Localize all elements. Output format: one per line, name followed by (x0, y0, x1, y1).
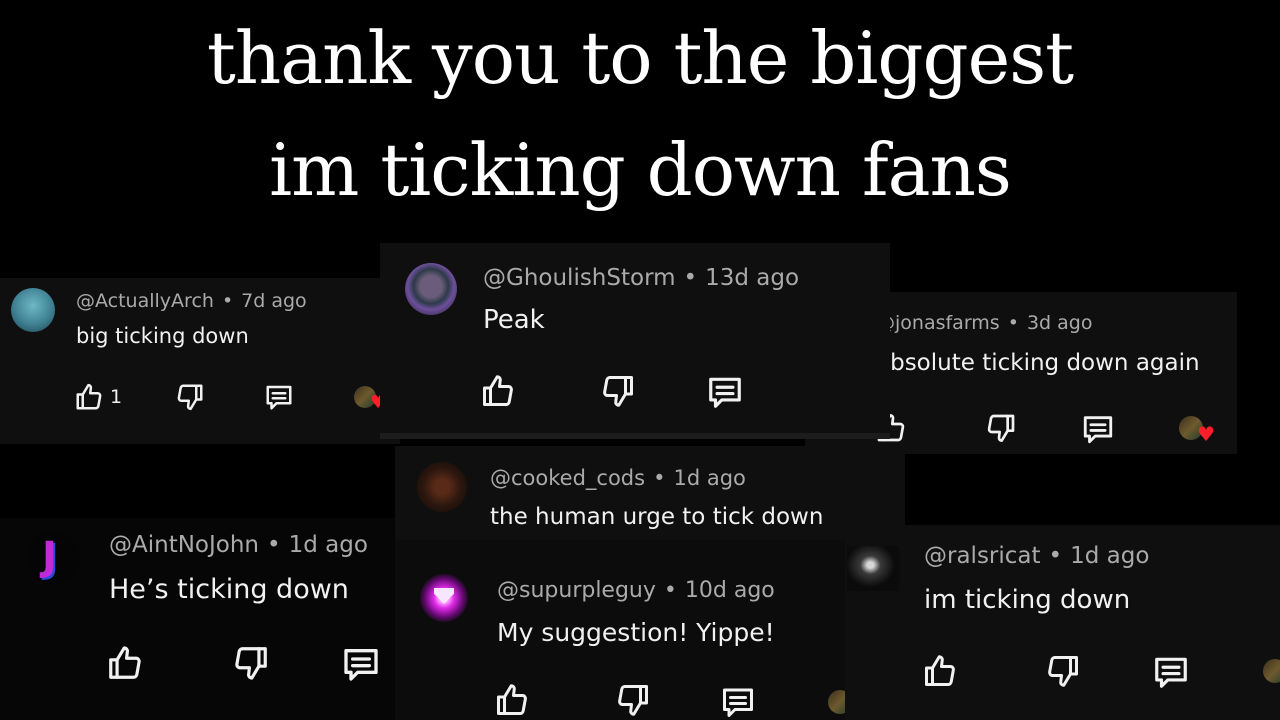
comment-username[interactable]: @ralsricat (924, 543, 1041, 569)
like-button[interactable] (494, 682, 530, 718)
reply-button[interactable] (341, 644, 381, 684)
thumbs-up-icon (106, 644, 144, 682)
reply-icon (264, 382, 294, 412)
thumbs-up-icon (74, 382, 104, 412)
thumbs-down-icon (1045, 653, 1081, 689)
comment-username[interactable]: @AintNoJohn (109, 532, 259, 558)
comment-meta: @jonasfarms • 3d ago (876, 312, 1092, 334)
separator: • (1048, 543, 1063, 569)
thumbs-down-icon (600, 373, 636, 409)
comment-text: absolute ticking down again (876, 350, 1200, 376)
reply-button[interactable] (1152, 653, 1190, 691)
title-line-1: thank you to the biggest (206, 16, 1074, 100)
like-button[interactable] (74, 382, 104, 412)
comment-text: He’s ticking down (109, 574, 349, 605)
comment-meta: @ralsricat • 1d ago (924, 543, 1149, 569)
superman-logo-icon (434, 588, 454, 604)
comment-age: 7d ago (241, 290, 307, 312)
like-button[interactable] (922, 653, 958, 689)
creator-heart-badge (1263, 659, 1280, 689)
comment-username[interactable]: @jonasfarms (876, 312, 1000, 334)
comment-meta: @GhoulishStorm • 13d ago (483, 265, 799, 291)
comment-card-ralsricat: @ralsricat • 1d ago im ticking down (845, 525, 1280, 720)
thumbs-up-icon (922, 653, 958, 689)
separator: • (663, 578, 677, 603)
comment-card-aintnojohn: J @AintNoJohn • 1d ago He’s ticking down (0, 518, 400, 720)
reply-button[interactable] (720, 684, 756, 720)
thumbs-down-icon (615, 682, 651, 718)
reply-icon (1152, 653, 1190, 691)
avatar[interactable]: J (28, 532, 80, 584)
separator: • (653, 466, 666, 490)
separator: • (267, 532, 281, 558)
dislike-button[interactable] (615, 682, 651, 718)
thumbs-up-icon (480, 373, 516, 409)
reply-button[interactable] (264, 382, 294, 412)
avatar[interactable] (420, 574, 468, 622)
separator: • (221, 290, 234, 312)
comment-age: 13d ago (705, 265, 800, 291)
like-button[interactable] (480, 373, 516, 409)
thumbs-down-icon (985, 412, 1017, 444)
like-button[interactable] (106, 644, 144, 682)
comment-text: the human urge to tick down (490, 504, 824, 530)
title-line-2: im ticking down fans (269, 128, 1012, 212)
avatar-letter-j: J (42, 534, 57, 580)
comment-card-cookedcods: @cooked_cods • 1d ago the human urge to ti… (395, 446, 905, 546)
comment-text: Peak (483, 305, 545, 335)
avatar[interactable] (11, 288, 55, 332)
comment-meta: @supurpleguy • 10d ago (497, 578, 775, 603)
avatar[interactable] (847, 539, 899, 591)
comment-meta: @cooked_cods • 1d ago (490, 466, 746, 490)
thumbs-up-icon (494, 682, 530, 718)
comment-text: im ticking down (924, 585, 1131, 615)
comment-card-ghoulishstorm: @GhoulishStorm • 13d ago Peak (380, 243, 890, 439)
comment-text: big ticking down (76, 324, 249, 348)
creator-heart-badge: ♥ (828, 690, 845, 720)
dislike-button[interactable] (1045, 653, 1081, 689)
avatar[interactable] (417, 462, 467, 512)
avatar[interactable] (405, 263, 457, 315)
comment-text: My suggestion! Yippe! (497, 618, 775, 647)
like-count: 1 (110, 386, 123, 408)
comment-meta: @AintNoJohn • 1d ago (109, 532, 368, 558)
separator: • (683, 265, 698, 291)
comment-username[interactable]: @GhoulishStorm (483, 265, 676, 291)
reply-icon (1081, 412, 1115, 446)
creator-heart-badge: ♥ (1179, 416, 1219, 448)
comment-age: 1d ago (673, 466, 746, 490)
separator: • (1007, 312, 1019, 334)
dislike-button[interactable] (175, 382, 205, 412)
comment-meta: @ActuallyArch • 7d ago (76, 290, 307, 312)
comment-username[interactable]: @ActuallyArch (76, 290, 214, 312)
reply-icon (341, 644, 381, 684)
dislike-button[interactable] (232, 644, 270, 682)
reply-button[interactable] (1081, 412, 1115, 446)
dislike-button[interactable] (600, 373, 636, 409)
comment-card-actuallyarch: @ActuallyArch • 7d ago big ticking down 1 … (0, 278, 400, 444)
comment-age: 10d ago (684, 578, 775, 603)
comment-username[interactable]: @supurpleguy (497, 578, 656, 603)
creator-avatar (1263, 659, 1280, 683)
comment-age: 1d ago (288, 532, 368, 558)
reply-button[interactable] (706, 373, 744, 411)
thumbs-down-icon (175, 382, 205, 412)
dislike-button[interactable] (985, 412, 1017, 444)
reply-icon (706, 373, 744, 411)
comment-username[interactable]: @cooked_cods (490, 466, 645, 490)
creator-heart-icon: ♥ (1197, 422, 1215, 446)
comment-card-supurpleguy: @supurpleguy • 10d ago My suggestion! Yipp… (395, 540, 845, 720)
thumbs-down-icon (232, 644, 270, 682)
comment-age: 1d ago (1070, 543, 1150, 569)
comment-age: 3d ago (1026, 312, 1093, 334)
reply-icon (720, 684, 756, 720)
creator-avatar (828, 690, 845, 714)
